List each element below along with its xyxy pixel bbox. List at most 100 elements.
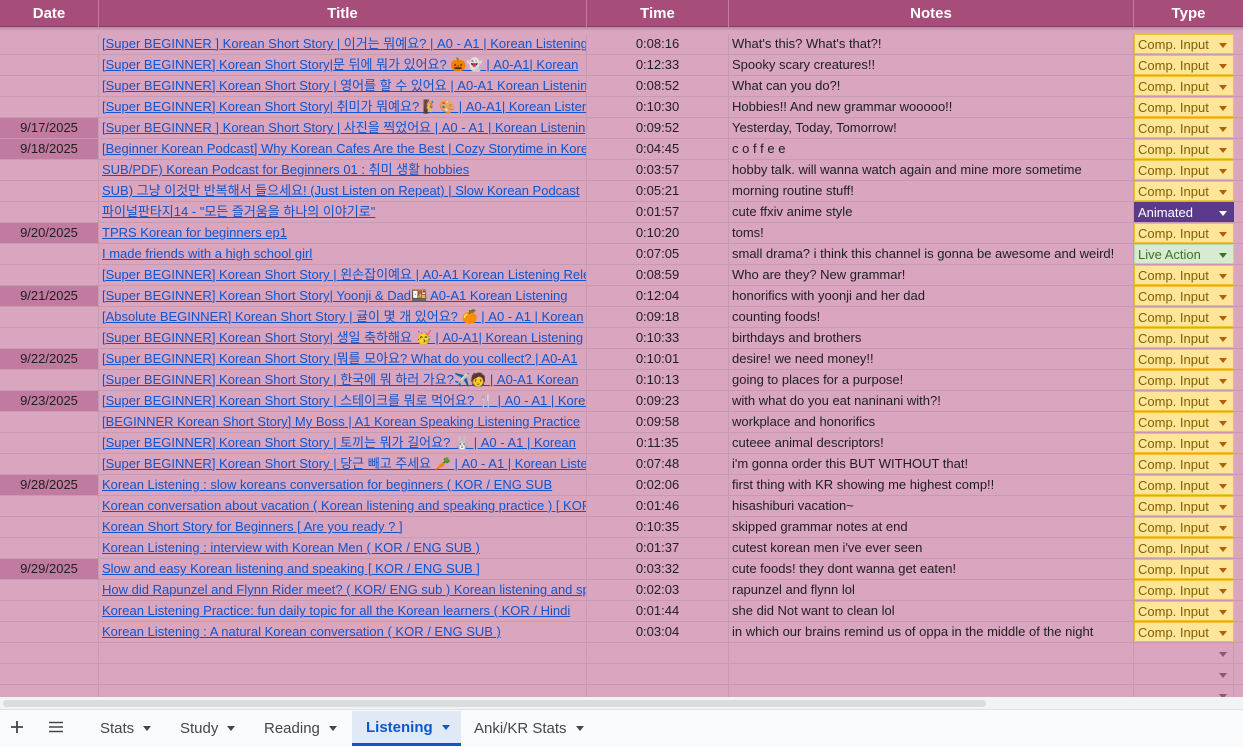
dropdown-arrow-icon[interactable] [1219, 589, 1227, 594]
dropdown-arrow-icon[interactable] [1219, 127, 1227, 132]
dropdown-arrow-icon[interactable] [1219, 337, 1227, 342]
date-cell[interactable]: 9/29/2025 [0, 559, 99, 579]
dropdown-arrow-icon[interactable] [1219, 169, 1227, 174]
time-cell[interactable]: 0:10:20 [587, 223, 729, 243]
dropdown-arrow-icon[interactable] [1219, 400, 1227, 405]
title-link[interactable]: [Beginner Korean Podcast] Why Korean Caf… [99, 139, 587, 159]
dropdown-arrow-icon[interactable] [1219, 568, 1227, 573]
notes-cell[interactable]: c o f f e e [729, 139, 1134, 159]
sheet-tab[interactable]: Study [166, 711, 249, 746]
chevron-down-icon[interactable] [441, 724, 450, 730]
date-cell[interactable] [0, 433, 99, 453]
time-cell[interactable]: 0:09:52 [587, 118, 729, 138]
notes-cell[interactable]: cute ffxiv anime style [729, 202, 1134, 222]
header-notes[interactable]: Notes [729, 0, 1134, 27]
date-cell[interactable] [0, 55, 99, 75]
dropdown-arrow-icon[interactable] [1219, 547, 1227, 552]
date-cell[interactable] [0, 307, 99, 327]
add-sheet-button[interactable] [0, 709, 34, 747]
time-cell[interactable]: 0:09:23 [587, 391, 729, 411]
date-cell[interactable] [0, 34, 99, 54]
title-link[interactable]: [Super BEGINNER] Korean Short Story | 스테… [99, 391, 587, 411]
dropdown-arrow-icon[interactable] [1219, 379, 1227, 384]
type-dropdown[interactable]: Comp. Input [1134, 76, 1234, 96]
dropdown-arrow-icon[interactable] [1219, 442, 1227, 447]
dropdown-arrow-icon[interactable] [1219, 232, 1227, 237]
notes-cell[interactable]: birthdays and brothers [729, 328, 1134, 348]
chevron-down-icon[interactable] [575, 726, 584, 731]
chevron-down-icon[interactable] [328, 726, 337, 731]
date-cell[interactable] [0, 160, 99, 180]
notes-cell[interactable]: skipped grammar notes at end [729, 517, 1134, 537]
type-dropdown[interactable] [1134, 685, 1234, 697]
type-dropdown[interactable]: Animated [1134, 202, 1234, 222]
sheet-tab[interactable]: Listening [352, 711, 461, 746]
header-type[interactable]: Type [1134, 0, 1243, 27]
time-cell[interactable]: 0:01:57 [587, 202, 729, 222]
title-link[interactable]: Slow and easy Korean listening and speak… [99, 559, 587, 579]
date-cell[interactable] [0, 685, 99, 697]
header-date[interactable]: Date [0, 0, 99, 27]
type-dropdown[interactable]: Comp. Input [1134, 601, 1234, 621]
title-link[interactable]: [BEGINNER Korean Short Story] My Boss | … [99, 412, 587, 432]
date-cell[interactable] [0, 622, 99, 642]
notes-cell[interactable]: in which our brains remind us of oppa in… [729, 622, 1134, 642]
date-cell[interactable]: 9/18/2025 [0, 139, 99, 159]
time-cell[interactable]: 0:10:30 [587, 97, 729, 117]
dropdown-arrow-icon[interactable] [1219, 358, 1227, 363]
title-link[interactable]: Korean Short Story for Beginners [ Are y… [99, 517, 587, 537]
title-link[interactable]: How did Rapunzel and Flynn Rider meet? (… [99, 580, 587, 600]
time-cell[interactable]: 0:10:33 [587, 328, 729, 348]
spreadsheet-grid[interactable]: [Super BEGINNER ] Korean Short Story | 이… [0, 0, 1243, 697]
type-dropdown[interactable]: Comp. Input [1134, 496, 1234, 516]
date-cell[interactable] [0, 244, 99, 264]
notes-cell[interactable]: cute foods! they dont wanna get eaten! [729, 559, 1134, 579]
dropdown-arrow-icon[interactable] [1219, 316, 1227, 321]
notes-cell[interactable]: morning routine stuff! [729, 181, 1134, 201]
date-cell[interactable] [0, 643, 99, 663]
type-dropdown[interactable]: Comp. Input [1134, 55, 1234, 75]
date-cell[interactable] [0, 412, 99, 432]
type-dropdown[interactable]: Comp. Input [1134, 223, 1234, 243]
title-link[interactable]: SUB/PDF) Korean Podcast for Beginners 01… [99, 160, 587, 180]
notes-cell[interactable]: desire! we need money!! [729, 349, 1134, 369]
date-cell[interactable] [0, 454, 99, 474]
title-link[interactable]: Korean Listening : A natural Korean conv… [99, 622, 587, 642]
notes-cell[interactable]: Spooky scary creatures!! [729, 55, 1134, 75]
notes-cell[interactable]: workplace and honorifics [729, 412, 1134, 432]
notes-cell[interactable]: Hobbies!! And new grammar wooooo!! [729, 97, 1134, 117]
time-cell[interactable]: 0:09:18 [587, 307, 729, 327]
dropdown-arrow-icon[interactable] [1219, 505, 1227, 510]
date-cell[interactable] [0, 580, 99, 600]
notes-cell[interactable] [729, 643, 1134, 663]
title-link[interactable]: [Super BEGINNER] Korean Short Story| 취미가… [99, 97, 587, 117]
time-cell[interactable]: 0:05:21 [587, 181, 729, 201]
dropdown-arrow-icon[interactable] [1219, 43, 1227, 48]
date-cell[interactable]: 9/17/2025 [0, 118, 99, 138]
date-cell[interactable] [0, 328, 99, 348]
type-dropdown[interactable]: Comp. Input [1134, 181, 1234, 201]
all-sheets-button[interactable] [39, 709, 73, 747]
time-cell[interactable] [587, 664, 729, 684]
title-link[interactable]: [Super BEGINNER] Korean Short Story |뭐를 … [99, 349, 587, 369]
notes-cell[interactable] [729, 664, 1134, 684]
notes-cell[interactable]: What's this? What's that?! [729, 34, 1134, 54]
dropdown-arrow-icon[interactable] [1219, 631, 1227, 636]
type-dropdown[interactable]: Comp. Input [1134, 139, 1234, 159]
type-dropdown[interactable] [1134, 643, 1234, 663]
time-cell[interactable]: 0:01:37 [587, 538, 729, 558]
date-cell[interactable] [0, 538, 99, 558]
time-cell[interactable]: 0:12:04 [587, 286, 729, 306]
type-dropdown[interactable]: Comp. Input [1134, 433, 1234, 453]
dropdown-arrow-icon[interactable] [1219, 253, 1227, 258]
title-link[interactable]: Korean Listening : slow koreans conversa… [99, 475, 587, 495]
type-dropdown[interactable]: Comp. Input [1134, 34, 1234, 54]
type-dropdown[interactable]: Comp. Input [1134, 391, 1234, 411]
type-dropdown[interactable]: Comp. Input [1134, 622, 1234, 642]
date-cell[interactable] [0, 265, 99, 285]
time-cell[interactable]: 0:08:16 [587, 34, 729, 54]
notes-cell[interactable]: cutest korean men i've ever seen [729, 538, 1134, 558]
time-cell[interactable]: 0:03:04 [587, 622, 729, 642]
time-cell[interactable] [587, 643, 729, 663]
notes-cell[interactable]: counting foods! [729, 307, 1134, 327]
